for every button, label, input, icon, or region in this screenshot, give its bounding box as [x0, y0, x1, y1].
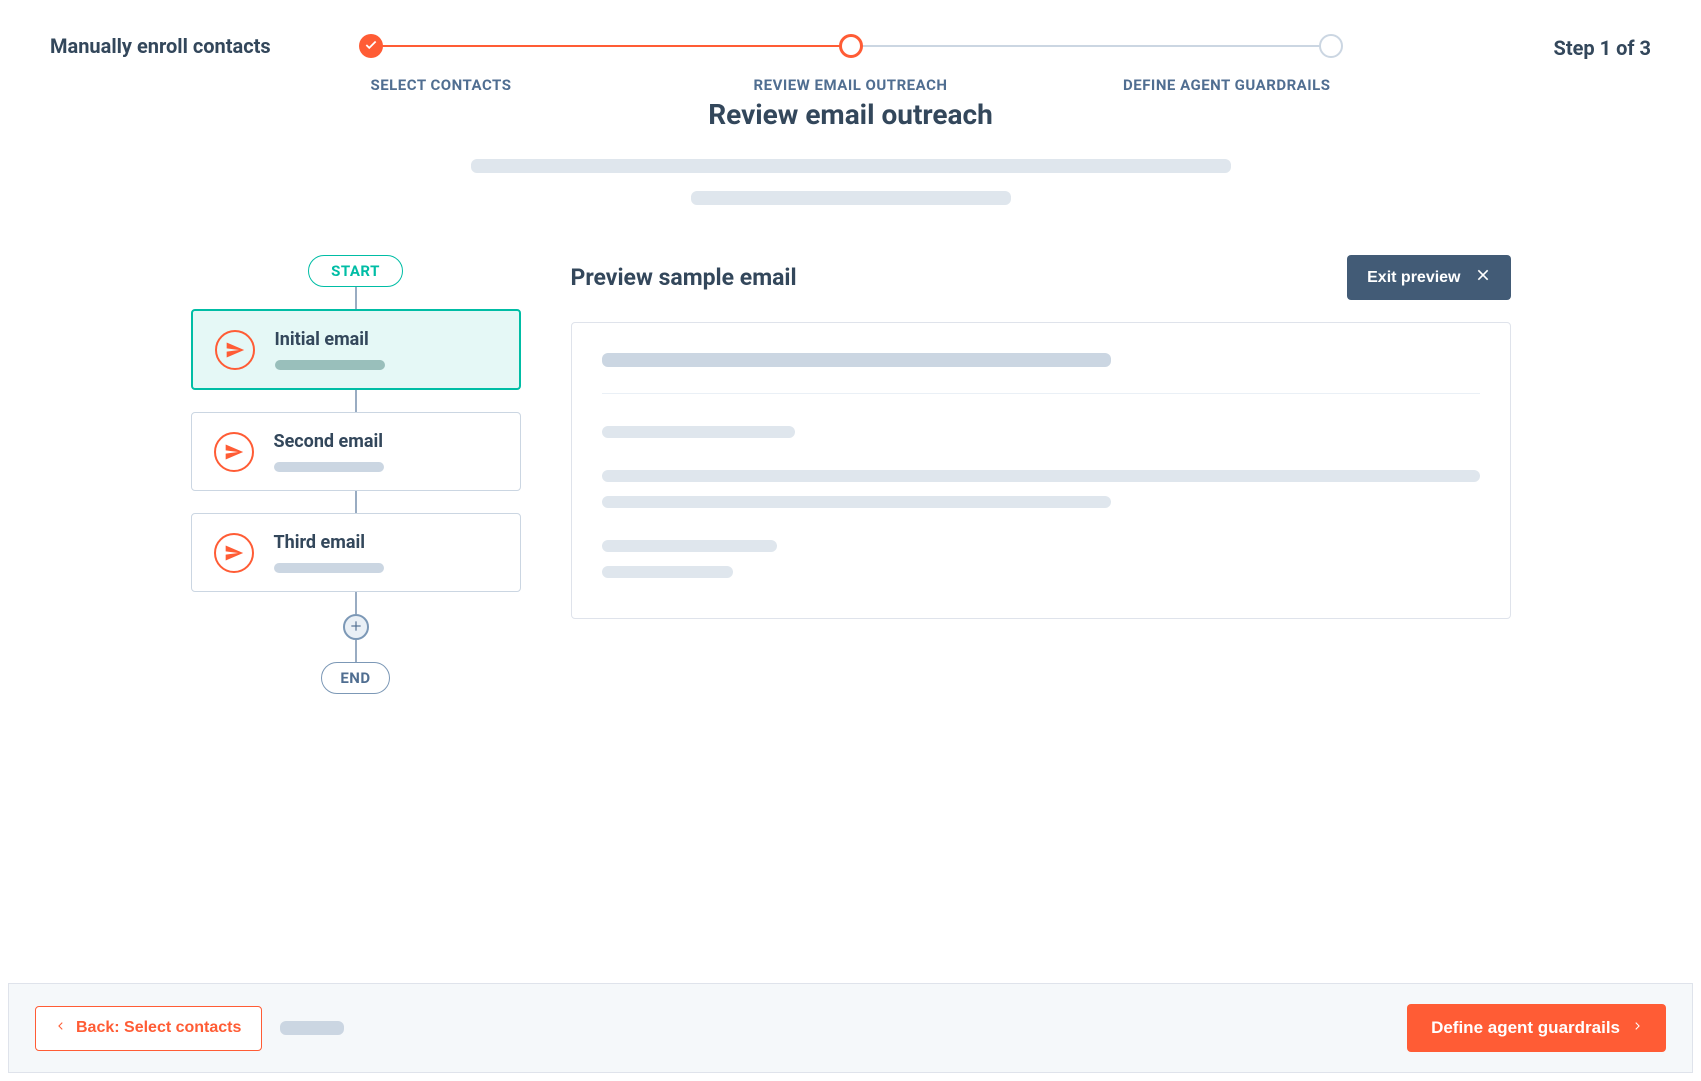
flow-connector	[355, 592, 357, 614]
flow-connector	[355, 491, 357, 513]
flow-connector	[355, 390, 357, 412]
flow-card-title: Second email	[274, 431, 502, 452]
stepper-label-2: REVIEW EMAIL OUTREACH	[691, 76, 1011, 94]
placeholder-bar	[602, 540, 778, 552]
placeholder-bar	[691, 191, 1011, 205]
next-button-label: Define agent guardrails	[1431, 1018, 1620, 1038]
add-step-button[interactable]	[343, 614, 369, 640]
chevron-left-icon	[56, 1019, 66, 1038]
page-title: Review email outreach	[50, 98, 1651, 131]
back-button-label: Back: Select contacts	[76, 1019, 241, 1037]
wizard-title: Manually enroll contacts	[50, 34, 350, 58]
back-button[interactable]: Back: Select contacts	[35, 1006, 262, 1051]
email-flow: START Initial email Second email	[191, 255, 521, 694]
stepper-segment-future	[851, 45, 1331, 47]
exit-preview-button[interactable]: Exit preview	[1347, 255, 1510, 300]
wizard-footer: Back: Select contacts Define agent guard…	[8, 983, 1693, 1073]
placeholder-bar	[275, 360, 385, 370]
exit-preview-label: Exit preview	[1367, 269, 1460, 287]
placeholder-bar	[280, 1021, 344, 1035]
flow-connector	[355, 287, 357, 309]
placeholder-bar	[471, 159, 1231, 173]
flow-card-second-email[interactable]: Second email	[191, 412, 521, 491]
step-counter: Step 1 of 3	[1554, 36, 1651, 60]
next-button[interactable]: Define agent guardrails	[1407, 1004, 1666, 1052]
placeholder-bar	[602, 353, 1111, 367]
placeholder-bar	[602, 566, 734, 578]
divider	[602, 393, 1480, 394]
flow-connector	[355, 640, 357, 662]
chevron-right-icon	[1632, 1018, 1642, 1038]
paper-plane-icon	[214, 533, 254, 573]
placeholder-bar	[274, 563, 384, 573]
stepper-label-3: DEFINE AGENT GUARDRAILS	[1011, 76, 1331, 94]
stepper-label-1: SELECT CONTACTS	[371, 76, 691, 94]
email-preview-body	[571, 322, 1511, 619]
placeholder-bar	[602, 426, 795, 438]
close-icon	[1475, 267, 1491, 288]
stepper-node-2[interactable]	[839, 34, 863, 58]
stepper-node-3[interactable]	[1319, 34, 1343, 58]
plus-icon	[349, 617, 363, 638]
stepper-node-1[interactable]	[359, 34, 383, 58]
flow-card-title: Initial email	[275, 329, 501, 350]
flow-card-initial-email[interactable]: Initial email	[191, 309, 521, 390]
preview-title: Preview sample email	[571, 264, 797, 291]
check-icon	[364, 37, 378, 56]
stepper: SELECT CONTACTS REVIEW EMAIL OUTREACH DE…	[371, 34, 1331, 94]
flow-start-pill: START	[308, 255, 403, 287]
paper-plane-icon	[215, 330, 255, 370]
placeholder-bar	[274, 462, 384, 472]
placeholder-bar	[602, 470, 1480, 482]
wizard-header: Manually enroll contacts SELECT CONTACTS…	[0, 0, 1701, 58]
main-content: Review email outreach START Initial emai…	[0, 58, 1701, 694]
flow-end-pill: END	[321, 662, 389, 694]
email-preview-panel: Preview sample email Exit preview	[571, 255, 1511, 619]
stepper-segment-completed	[371, 45, 851, 47]
flow-card-third-email[interactable]: Third email	[191, 513, 521, 592]
flow-card-title: Third email	[274, 532, 502, 553]
placeholder-bar	[602, 496, 1111, 508]
page-subtitle-placeholder	[50, 159, 1651, 205]
paper-plane-icon	[214, 432, 254, 472]
